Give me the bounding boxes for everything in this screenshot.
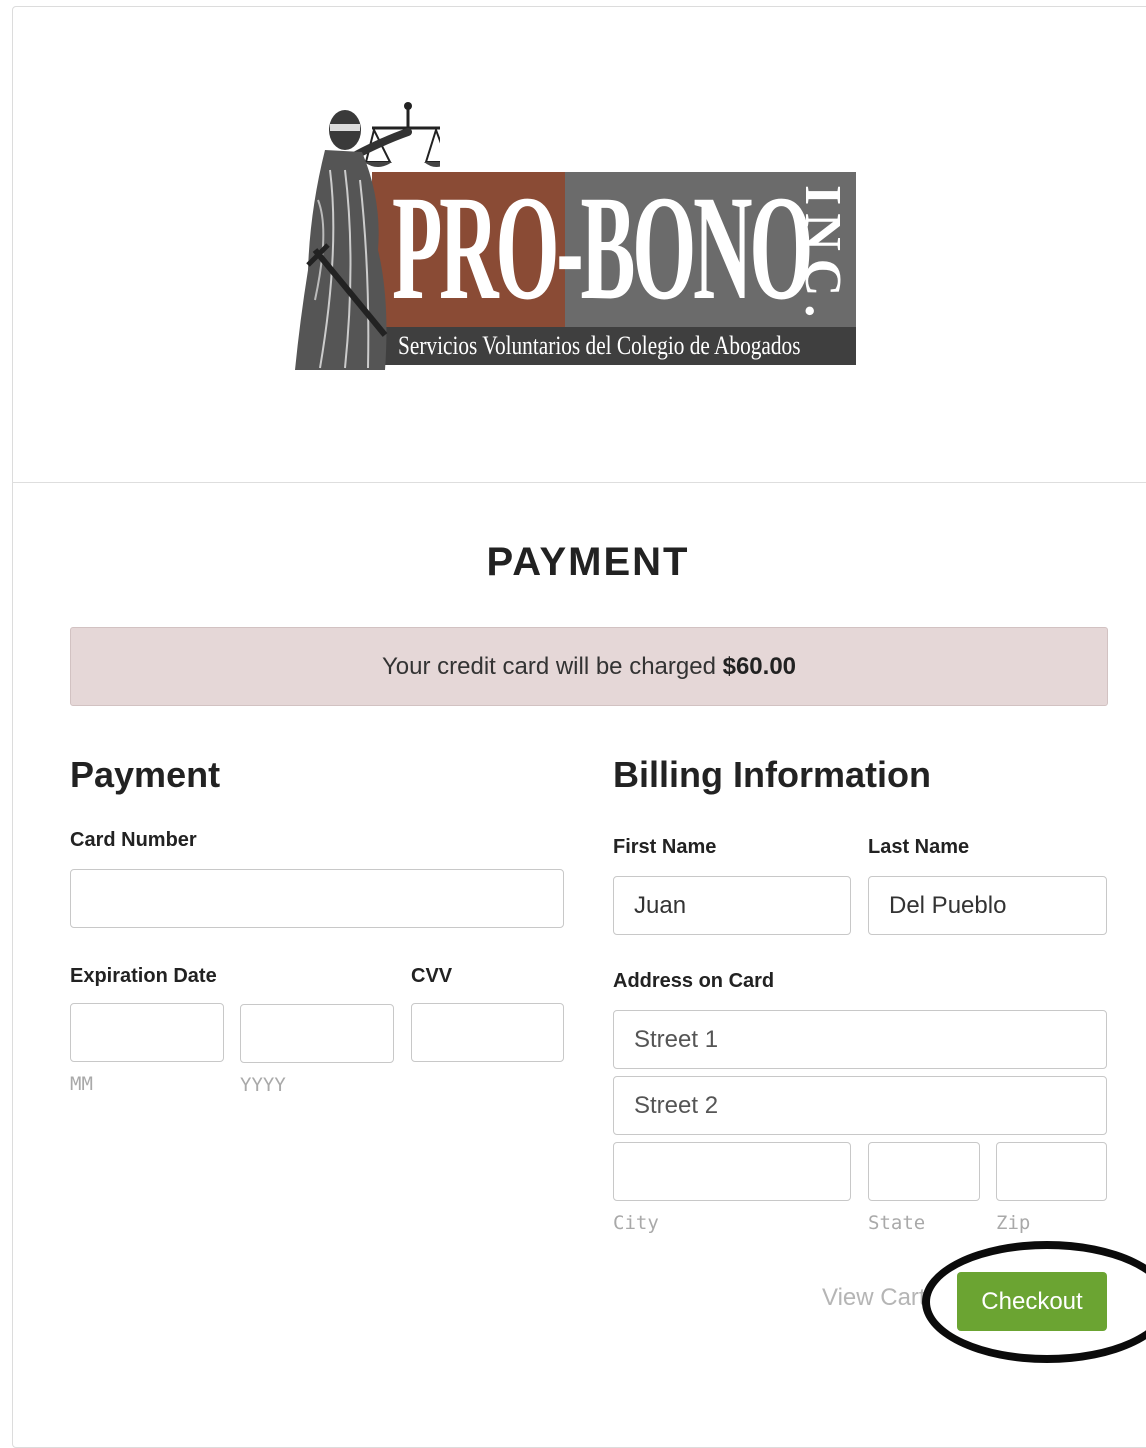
charge-notice-banner: Your credit card will be charged $60.00 <box>70 627 1108 706</box>
card-number-label: Card Number <box>70 829 197 851</box>
charge-amount: $60.00 <box>722 653 797 680</box>
page-title: PAYMENT <box>486 540 690 584</box>
zip-hint: Zip <box>996 1212 1031 1234</box>
expiration-year-input[interactable] <box>240 1004 394 1063</box>
payment-section-title: Payment <box>70 754 221 795</box>
first-name-input[interactable] <box>613 876 851 935</box>
expiration-date-label: Expiration Date <box>70 965 217 987</box>
charge-text: Your credit card will be charged <box>381 653 723 680</box>
billing-section-title: Billing Information <box>613 754 931 795</box>
month-hint: MM <box>70 1073 93 1095</box>
cvv-label: CVV <box>411 965 453 987</box>
street1-input[interactable] <box>613 1010 1107 1069</box>
view-cart-link[interactable]: View Cart <box>822 1284 926 1312</box>
state-input[interactable] <box>868 1142 980 1201</box>
logo-subtitle: Servicios Voluntarios del Colegio de Abo… <box>398 331 801 360</box>
city-input[interactable] <box>613 1142 851 1201</box>
city-hint: City <box>613 1212 659 1234</box>
lady-justice-icon <box>295 102 440 370</box>
first-name-label: First Name <box>613 836 717 858</box>
address-label: Address on Card <box>613 970 775 992</box>
logo-inc-text: INC. <box>794 185 851 326</box>
street2-input[interactable] <box>613 1076 1107 1135</box>
expiration-month-input[interactable] <box>70 1003 224 1062</box>
zip-input[interactable] <box>996 1142 1107 1201</box>
card-number-input[interactable] <box>70 869 564 928</box>
checkout-button[interactable]: Checkout <box>957 1272 1107 1331</box>
last-name-input[interactable] <box>868 876 1107 935</box>
year-hint: YYYY <box>240 1074 286 1096</box>
header-divider <box>12 482 1146 483</box>
cvv-input[interactable] <box>411 1003 564 1062</box>
state-hint: State <box>868 1212 926 1234</box>
last-name-label: Last Name <box>868 836 970 858</box>
